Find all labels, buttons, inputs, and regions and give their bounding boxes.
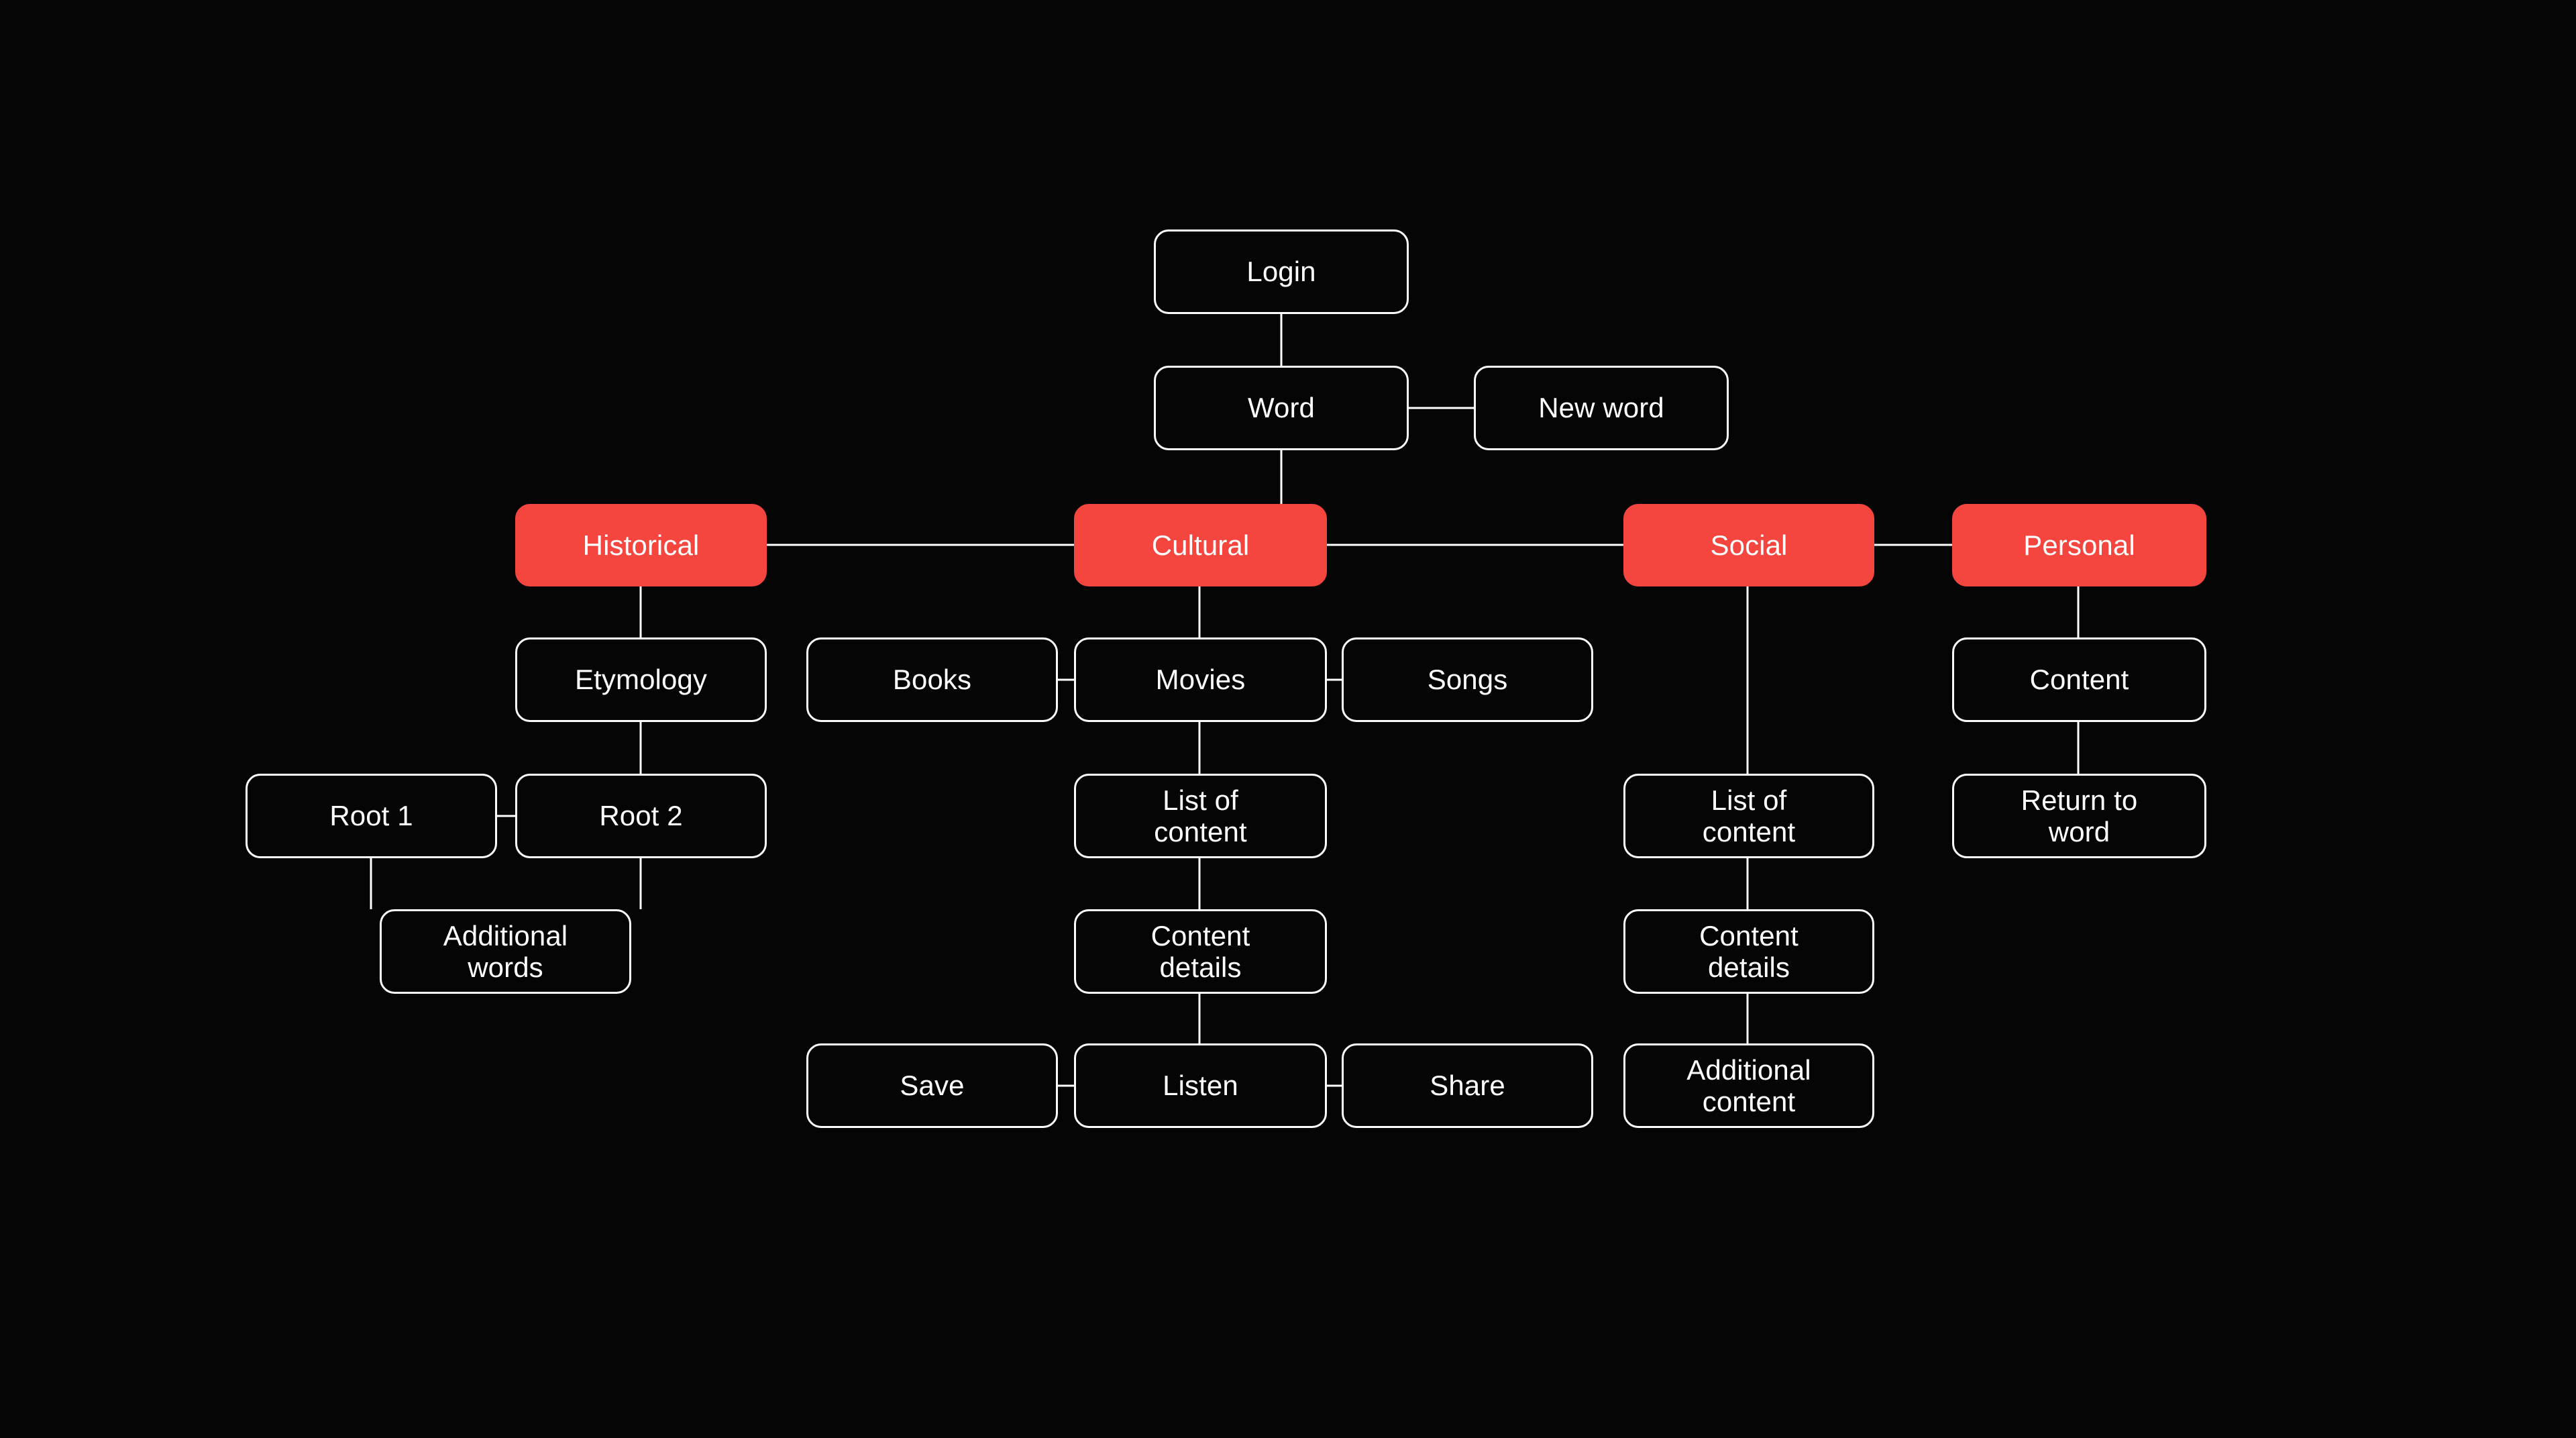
- node-songs[interactable]: Songs: [1342, 637, 1593, 722]
- node-etymology[interactable]: Etymology: [515, 637, 767, 722]
- node-list_cultural[interactable]: List of content: [1074, 774, 1327, 858]
- node-label-movies: Movies: [1155, 664, 1246, 696]
- sitemap-canvas: Login Word New word Historical Cultural Socia…: [0, 0, 2576, 1438]
- node-label-additional_content: Additional content: [1686, 1054, 1811, 1117]
- node-label-books: Books: [892, 664, 972, 696]
- node-label-details_social: Content details: [1699, 919, 1799, 983]
- node-label-share: Share: [1430, 1070, 1505, 1102]
- node-books[interactable]: Books: [806, 637, 1058, 722]
- node-label-new_word: New word: [1538, 392, 1664, 424]
- node-label-content_p: Content: [2029, 664, 2129, 696]
- node-label-root2: Root 2: [599, 800, 683, 832]
- node-save[interactable]: Save: [806, 1043, 1058, 1128]
- node-label-songs: Songs: [1427, 664, 1508, 696]
- node-label-login: Login: [1246, 256, 1316, 288]
- node-movies[interactable]: Movies: [1074, 637, 1327, 722]
- node-label-return_word: Return to word: [2021, 784, 2138, 848]
- node-cultural[interactable]: Cultural: [1074, 504, 1327, 586]
- node-label-listen: Listen: [1163, 1070, 1238, 1102]
- node-social[interactable]: Social: [1623, 504, 1874, 586]
- node-word[interactable]: Word: [1154, 366, 1409, 450]
- node-label-list_social: List of content: [1702, 784, 1796, 848]
- node-personal[interactable]: Personal: [1952, 504, 2206, 586]
- node-label-root1: Root 1: [329, 800, 413, 832]
- node-additional_words[interactable]: Additional words: [380, 909, 631, 994]
- node-new_word[interactable]: New word: [1474, 366, 1729, 450]
- node-details_social[interactable]: Content details: [1623, 909, 1874, 994]
- node-login[interactable]: Login: [1154, 229, 1409, 314]
- node-label-list_cultural: List of content: [1154, 784, 1247, 848]
- node-share[interactable]: Share: [1342, 1043, 1593, 1128]
- node-label-details_cultural: Content details: [1150, 919, 1250, 983]
- node-label-cultural: Cultural: [1151, 529, 1250, 561]
- node-listen[interactable]: Listen: [1074, 1043, 1327, 1128]
- node-label-historical: Historical: [582, 529, 700, 561]
- node-label-personal: Personal: [2023, 529, 2135, 561]
- node-label-etymology: Etymology: [575, 664, 707, 696]
- node-label-word: Word: [1248, 392, 1315, 424]
- node-historical[interactable]: Historical: [515, 504, 767, 586]
- node-return_word[interactable]: Return to word: [1952, 774, 2206, 858]
- node-label-social: Social: [1710, 529, 1788, 561]
- node-label-additional_words: Additional words: [443, 919, 568, 983]
- node-list_social[interactable]: List of content: [1623, 774, 1874, 858]
- node-details_cultural[interactable]: Content details: [1074, 909, 1327, 994]
- node-root2[interactable]: Root 2: [515, 774, 767, 858]
- node-content_p[interactable]: Content: [1952, 637, 2206, 722]
- node-label-save: Save: [900, 1070, 965, 1102]
- node-additional_content[interactable]: Additional content: [1623, 1043, 1874, 1128]
- node-root1[interactable]: Root 1: [246, 774, 497, 858]
